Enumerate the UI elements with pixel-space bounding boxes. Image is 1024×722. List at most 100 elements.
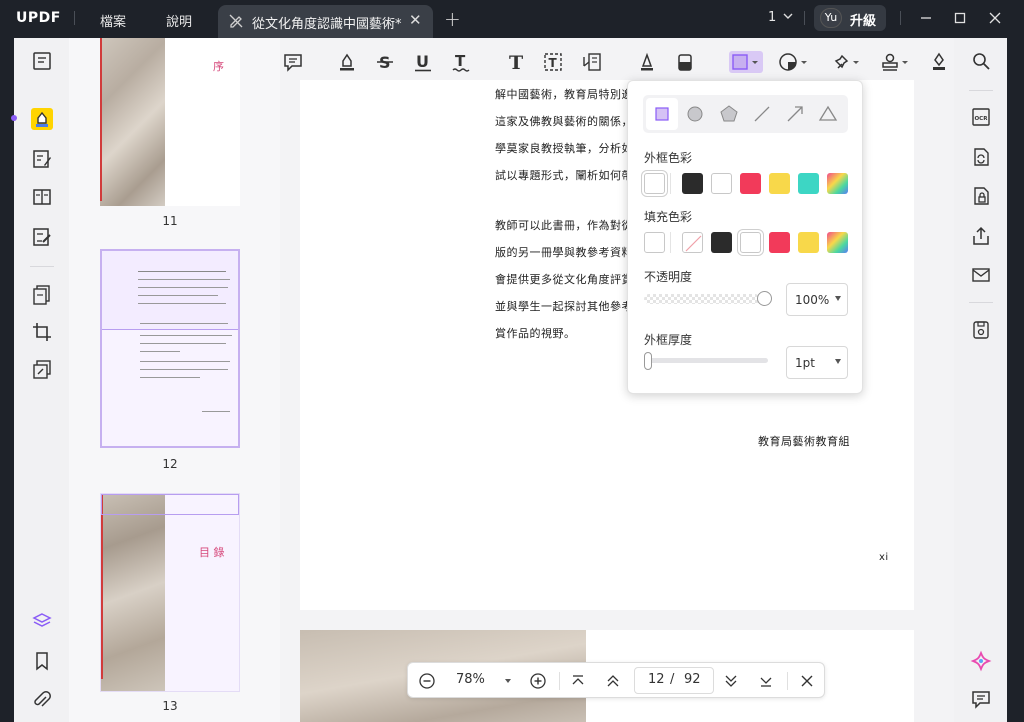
zoom-out-icon[interactable] — [417, 671, 437, 691]
shape-tool-button[interactable] — [729, 51, 763, 73]
border-color-label: 外框色彩 — [644, 151, 693, 165]
title-bar: UPDF 檔案 說明 從文化角度認識中國藝術* ✕ + 1 Yu 升級 — [0, 0, 1024, 38]
comment-icon[interactable] — [282, 51, 304, 73]
stamp-icon[interactable] — [879, 51, 913, 73]
text-box-icon[interactable]: T — [542, 51, 564, 73]
total-pages: 92 — [684, 672, 701, 687]
form-icon[interactable] — [31, 226, 53, 248]
line-shape-icon[interactable] — [746, 98, 778, 130]
menu-file[interactable]: 檔案 — [100, 11, 126, 30]
border-color-custom-swatch[interactable] — [827, 173, 848, 194]
zoom-in-icon[interactable] — [528, 671, 548, 691]
pencil-icon[interactable] — [636, 51, 658, 73]
menu-help[interactable]: 說明 — [166, 11, 192, 30]
organize-pages-icon[interactable] — [31, 284, 53, 306]
svg-text:T: T — [455, 52, 466, 70]
text-icon[interactable]: T — [505, 51, 527, 73]
comments-panel-icon[interactable] — [970, 688, 992, 710]
share-icon[interactable] — [970, 225, 992, 247]
triangle-shape-icon[interactable] — [812, 98, 844, 130]
text-line — [138, 295, 218, 296]
chevron-down-icon[interactable] — [782, 10, 794, 22]
eraser-icon[interactable] — [674, 51, 696, 73]
search-icon[interactable] — [970, 50, 992, 72]
border-color-black-swatch[interactable] — [682, 173, 703, 194]
email-icon[interactable] — [970, 264, 992, 286]
fill-color-white-alt-swatch[interactable] — [740, 232, 761, 253]
layers-icon[interactable] — [31, 610, 53, 632]
opacity-slider-handle[interactable] — [757, 291, 772, 306]
minimize-icon[interactable] — [918, 10, 934, 26]
edit-pdf-icon[interactable] — [31, 148, 53, 170]
tab-close-icon[interactable]: ✕ — [409, 11, 422, 29]
previous-page-icon[interactable] — [603, 671, 623, 691]
divider — [804, 11, 805, 25]
svg-text:OCR: OCR — [975, 116, 989, 122]
strikethrough-icon[interactable]: S — [374, 51, 396, 73]
fill-color-white-swatch[interactable] — [644, 232, 665, 253]
next-page-icon[interactable] — [721, 671, 741, 691]
window-edge — [1007, 38, 1024, 722]
new-tab-button[interactable]: + — [444, 7, 461, 31]
zoom-dropdown-icon[interactable] — [503, 676, 513, 686]
signature-icon[interactable] — [928, 51, 950, 73]
rectangle-shape-icon[interactable] — [646, 98, 678, 130]
last-page-icon[interactable] — [756, 671, 776, 691]
ocr-icon[interactable]: OCR — [970, 106, 992, 128]
document-tab[interactable]: 從文化角度認識中國藝術* ✕ — [218, 5, 433, 38]
thickness-slider-handle[interactable] — [644, 352, 652, 370]
comment-highlighter-icon[interactable] — [31, 108, 53, 130]
red-rule — [100, 38, 102, 201]
convert-icon[interactable] — [970, 146, 992, 168]
page-number-label: 13 — [162, 699, 178, 713]
save-icon[interactable] — [970, 319, 992, 341]
thumbnail-page-12[interactable] — [100, 249, 240, 448]
opacity-dropdown[interactable]: 100% — [786, 283, 848, 316]
border-color-teal-swatch[interactable] — [798, 173, 819, 194]
fill-color-custom-swatch[interactable] — [827, 232, 848, 253]
thumbnail-page-11[interactable]: 序 — [100, 38, 240, 206]
squiggly-underline-icon[interactable]: T — [450, 51, 472, 73]
crop-icon[interactable] — [31, 321, 53, 343]
protect-icon[interactable] — [970, 185, 992, 207]
opacity-slider-track[interactable] — [644, 294, 760, 304]
bookmark-icon[interactable] — [31, 650, 53, 672]
first-page-icon[interactable] — [568, 671, 588, 691]
fill-color-none-swatch[interactable] — [682, 232, 703, 253]
close-window-icon[interactable] — [987, 10, 1003, 26]
pin-icon[interactable] — [830, 51, 864, 73]
attachment-icon[interactable] — [31, 689, 53, 711]
underline-icon[interactable]: U — [412, 51, 434, 73]
tools-icon[interactable] — [31, 359, 53, 381]
fill-color-black-swatch[interactable] — [711, 232, 732, 253]
fill-color-red-swatch[interactable] — [769, 232, 790, 253]
thumbnail-page-13[interactable]: 目 錄 — [100, 493, 240, 692]
svg-text:T: T — [549, 56, 558, 70]
app-logo[interactable]: UPDF — [16, 10, 61, 26]
thickness-label: 外框厚度 — [644, 333, 693, 347]
sticker-icon[interactable] — [777, 51, 811, 73]
ai-assistant-icon[interactable] — [970, 650, 992, 672]
polygon-shape-icon[interactable] — [713, 98, 745, 130]
border-color-white-swatch[interactable] — [711, 173, 732, 194]
zoom-level[interactable]: 78% — [456, 672, 485, 687]
maximize-icon[interactable] — [952, 10, 968, 26]
border-color-none-swatch[interactable] — [644, 173, 665, 194]
upgrade-label[interactable]: 升級 — [850, 10, 876, 29]
fill-color-yellow-swatch[interactable] — [798, 232, 819, 253]
avatar[interactable]: Yu — [820, 8, 842, 28]
text-callout-icon[interactable] — [581, 51, 603, 73]
border-color-yellow-swatch[interactable] — [769, 173, 790, 194]
page-layout-icon[interactable] — [31, 186, 53, 208]
window-count[interactable]: 1 — [768, 10, 776, 25]
landscape-painting — [101, 494, 165, 691]
circle-shape-icon[interactable] — [679, 98, 711, 130]
highlighter-icon[interactable] — [336, 51, 358, 73]
thickness-dropdown[interactable]: 1pt — [786, 346, 848, 379]
arrow-shape-icon[interactable] — [779, 98, 811, 130]
reader-icon[interactable] — [31, 50, 53, 72]
border-color-red-swatch[interactable] — [740, 173, 761, 194]
text-line — [138, 287, 228, 288]
thickness-slider-track[interactable] — [644, 358, 768, 363]
close-nav-icon[interactable] — [797, 671, 817, 691]
